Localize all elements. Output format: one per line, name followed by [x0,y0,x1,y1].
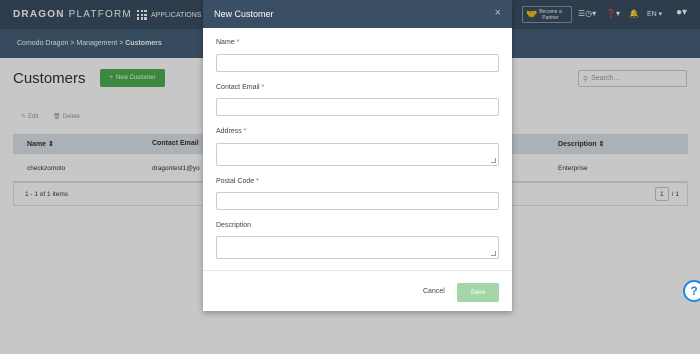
postal-code-label: Postal Code * [216,178,259,185]
name-field[interactable] [216,54,499,72]
description-textarea[interactable] [216,236,499,259]
new-customer-dialog: New Customer × Name * Contact Email * Ad… [203,0,512,311]
dialog-title: New Customer [214,9,274,19]
cancel-button[interactable]: Cancel [423,288,445,295]
contact-email-field[interactable] [216,98,499,116]
save-button[interactable]: Save [457,283,499,302]
close-icon[interactable]: × [495,7,501,19]
address-textarea[interactable] [216,143,499,166]
address-label: Address * [216,128,247,135]
description-label: Description [216,222,252,229]
dialog-footer: Cancel Save [203,270,512,311]
dialog-header: New Customer × [203,0,512,28]
postal-code-field[interactable] [216,192,499,210]
contact-email-label: Contact Email * [216,84,265,91]
help-floating-button[interactable]: ? [683,280,700,302]
name-label: Name * [216,39,240,46]
